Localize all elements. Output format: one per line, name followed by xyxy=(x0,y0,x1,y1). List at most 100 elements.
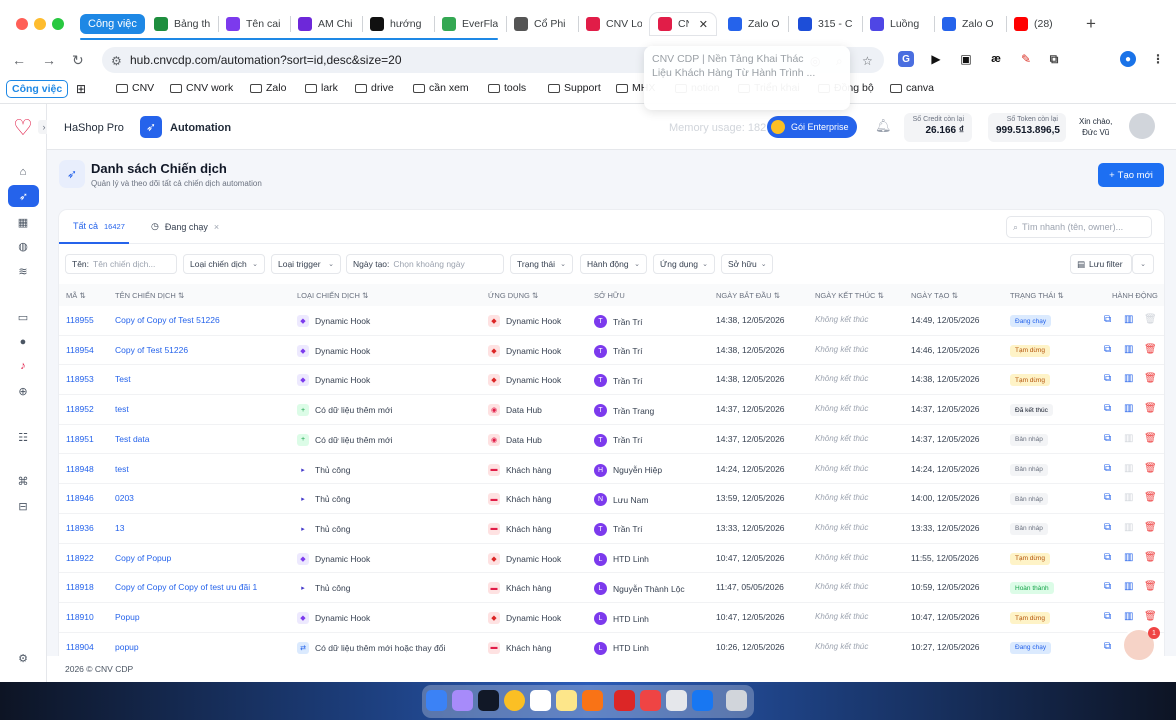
name-filter[interactable]: Tên: Tên chiến dịch... xyxy=(65,254,177,274)
calendar-icon[interactable] xyxy=(530,690,551,711)
campaign-name[interactable]: Test xyxy=(115,374,131,384)
col-name[interactable]: TÊN CHIẾN DỊCH ⇅ xyxy=(115,291,184,300)
campaign-name[interactable]: Popup xyxy=(115,612,140,622)
quick-search-input[interactable]: ⌕ Tìm nhanh (tên, owner)... xyxy=(1006,216,1152,238)
campaign-name[interactable]: Copy of Popup xyxy=(115,553,171,563)
browser-tab[interactable]: Bảng th xyxy=(146,13,218,35)
stats-icon[interactable]: ▥ xyxy=(1124,581,1133,592)
close-tab-icon[interactable]: ✕ xyxy=(699,18,708,31)
pin-extension-icon[interactable]: ✎ xyxy=(1018,51,1034,67)
trash-icon[interactable]: 🗑︎ xyxy=(1144,433,1157,444)
stats-icon[interactable]: ▥ xyxy=(1124,433,1133,444)
browser-tab[interactable]: Tên cai xyxy=(218,13,290,35)
status-filter[interactable]: Trạng thái ⌄ xyxy=(510,254,573,274)
table-row[interactable]: 118954 Copy of Test 51226 ◆ Dynamic Hook ◆ Dy… xyxy=(59,336,1164,366)
table-row[interactable]: 118948 test ▸ Thủ công ▬ Khách hàng H Nguyễn Hi… xyxy=(59,455,1164,485)
new-tab-button[interactable]: + xyxy=(1086,14,1096,34)
col-start[interactable]: NGÀY BẮT ĐẦU ⇅ xyxy=(716,291,780,300)
table-row[interactable]: 118910 Popup ◆ Dynamic Hook ◆ Dynamic Hook L HT… xyxy=(59,603,1164,633)
campaign-id[interactable]: 118953 xyxy=(66,374,94,384)
color-picker-icon[interactable] xyxy=(582,690,603,711)
bookmark-folder[interactable]: CNV work xyxy=(170,82,233,94)
campaign-id[interactable]: 118954 xyxy=(66,345,94,355)
stats-icon[interactable]: ▥ xyxy=(1124,403,1133,414)
monitor-icon[interactable] xyxy=(666,690,687,711)
stats-icon[interactable]: ▥ xyxy=(1124,463,1133,474)
table-row[interactable]: 118952 test + Có dữ liệu thêm mới ◉ Data Hub T… xyxy=(59,395,1164,425)
notes-icon[interactable] xyxy=(556,690,577,711)
profile-avatar-icon[interactable]: ● xyxy=(1120,51,1136,67)
browser-tab[interactable]: Luồng xyxy=(862,13,934,35)
trash-icon[interactable] xyxy=(726,690,747,711)
campaign-id[interactable]: 118910 xyxy=(66,612,94,622)
trash-icon[interactable]: 🗑︎ xyxy=(1144,522,1157,533)
screen-extension-icon[interactable]: ▣ xyxy=(958,51,974,67)
col-created[interactable]: NGÀY TẠO ⇅ xyxy=(911,291,958,300)
browser-tab[interactable]: EverFla xyxy=(434,13,506,35)
back-arrow-icon[interactable]: ← xyxy=(12,52,26,68)
trigger-type-filter[interactable]: Loại trigger ⌄ xyxy=(271,254,341,274)
database-icon[interactable]: ≋ xyxy=(15,263,31,279)
integration-icon[interactable]: ⌘ xyxy=(15,473,31,489)
bookmark-folder[interactable]: cần xem xyxy=(413,82,469,94)
campaign-name[interactable]: Copy of Copy of Test 51226 xyxy=(115,315,220,325)
col-end[interactable]: NGÀY KẾT THÚC ⇅ xyxy=(815,291,884,300)
tab-group-label[interactable]: Công việc xyxy=(80,14,145,34)
campaign-id[interactable]: 118922 xyxy=(66,553,94,563)
bookmark-folder[interactable]: Zalo xyxy=(250,82,286,94)
browser-tab[interactable]: Zalo O xyxy=(934,13,1006,35)
copy-icon[interactable]: ⧉ xyxy=(1104,403,1111,414)
owner-filter[interactable]: Sở hữu ⌄ xyxy=(721,254,773,274)
brand-heart-logo-icon[interactable]: ♡ xyxy=(10,115,36,140)
bookmark-folder[interactable]: canva xyxy=(890,82,934,94)
stats-icon[interactable]: ▥ xyxy=(1124,492,1133,503)
workspace-name[interactable]: HaShop Pro xyxy=(64,122,124,134)
stats-icon[interactable]: ▥ xyxy=(1124,373,1133,384)
bookmark-folder[interactable]: drive xyxy=(355,82,394,94)
trash-icon[interactable]: 🗑︎ xyxy=(1144,581,1157,592)
trash-icon[interactable]: 🗑︎ xyxy=(1144,463,1157,474)
trash-icon[interactable]: 🗑︎ xyxy=(1144,492,1157,503)
finder-icon[interactable] xyxy=(426,690,447,711)
table-row[interactable]: 118918 Copy of Copy of Copy of test ưu đã… xyxy=(59,573,1164,603)
browser-tab[interactable]: hướng xyxy=(362,13,434,35)
campaign-id[interactable]: 118951 xyxy=(66,434,94,444)
trash-icon[interactable]: 🗑︎ xyxy=(1144,552,1157,563)
trash-icon[interactable]: 🗑︎ xyxy=(1144,611,1157,622)
facebook-icon[interactable] xyxy=(692,690,713,711)
launchpad-icon[interactable] xyxy=(452,690,473,711)
apps-grid-icon[interactable]: ⊞ xyxy=(76,82,86,96)
col-app[interactable]: ỨNG DỤNG ⇅ xyxy=(488,291,538,300)
forward-arrow-icon[interactable]: → xyxy=(42,52,56,68)
bookmark-folder[interactable]: CNV xyxy=(116,82,154,94)
tiktok-icon[interactable]: ♪ xyxy=(15,358,31,374)
upgrade-plan-button[interactable]: Gói Enterprise xyxy=(767,116,857,138)
bookmark-folder[interactable]: lark xyxy=(305,82,338,94)
campaign-id[interactable]: 118904 xyxy=(66,642,94,652)
trash-icon[interactable]: 🗑︎ xyxy=(1144,314,1157,325)
browser-tab[interactable]: Zalo O xyxy=(720,13,788,35)
translate-extension-icon[interactable]: G xyxy=(898,51,914,67)
campaign-id[interactable]: 118952 xyxy=(66,404,94,414)
bookmark-star-icon[interactable]: ☆ xyxy=(862,54,873,68)
app-filter[interactable]: Ứng dụng ⌄ xyxy=(653,254,715,274)
campaign-id[interactable]: 118946 xyxy=(66,493,94,503)
browser-tab[interactable]: AM Chi xyxy=(290,13,362,35)
copy-icon[interactable]: ⧉ xyxy=(1104,552,1111,563)
close-window-button[interactable] xyxy=(16,18,28,30)
campaign-name[interactable]: test xyxy=(115,464,129,474)
campaign-type-filter[interactable]: Loại chiến dịch ⌄ xyxy=(183,254,265,274)
copy-icon[interactable]: ⧉ xyxy=(1104,344,1111,355)
campaign-name[interactable]: Copy of Test 51226 xyxy=(115,345,188,355)
support-chat-avatar[interactable]: 1 xyxy=(1122,627,1160,662)
copy-icon[interactable]: ⧉ xyxy=(1104,641,1111,652)
report-icon[interactable]: ☷ xyxy=(15,429,31,445)
trash-icon[interactable]: 🗑︎ xyxy=(1144,403,1157,414)
create-campaign-button[interactable]: + Tạo mới xyxy=(1098,163,1164,187)
copy-icon[interactable]: ⧉ xyxy=(1104,314,1111,325)
ae-extension-icon[interactable]: æ xyxy=(988,51,1004,67)
trash-icon[interactable]: 🗑︎ xyxy=(1144,373,1157,384)
stats-icon[interactable]: ▥ xyxy=(1124,314,1133,325)
wps-icon[interactable] xyxy=(640,690,661,711)
stats-icon[interactable]: ▥ xyxy=(1124,552,1133,563)
